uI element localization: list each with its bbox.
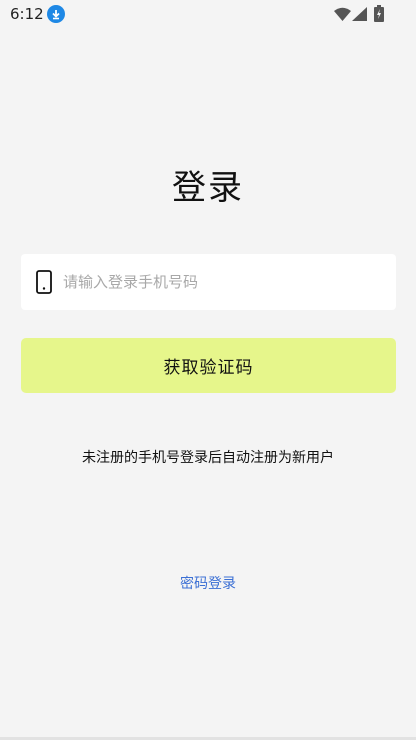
auto-register-hint: 未注册的手机号登录后自动注册为新用户 bbox=[82, 450, 334, 466]
page-title: 登录 bbox=[172, 168, 244, 208]
download-icon bbox=[47, 5, 65, 23]
phone-icon bbox=[36, 270, 52, 298]
battery-icon bbox=[374, 5, 384, 26]
phone-number-input[interactable] bbox=[63, 254, 383, 310]
get-code-button[interactable]: 获取验证码 bbox=[21, 338, 396, 393]
status-bar: 6:12 bbox=[0, 0, 416, 28]
phone-input-row[interactable] bbox=[21, 254, 396, 310]
password-login-link[interactable]: 密码登录 bbox=[0, 573, 416, 593]
login-screen: 6:12 登录 请输入登录手机号码 获取验证码 未注册的手机号登录后自动注册为新… bbox=[0, 0, 416, 740]
wifi-icon bbox=[334, 6, 351, 25]
signal-icon bbox=[352, 6, 367, 25]
status-time: 6:12 bbox=[10, 5, 44, 23]
